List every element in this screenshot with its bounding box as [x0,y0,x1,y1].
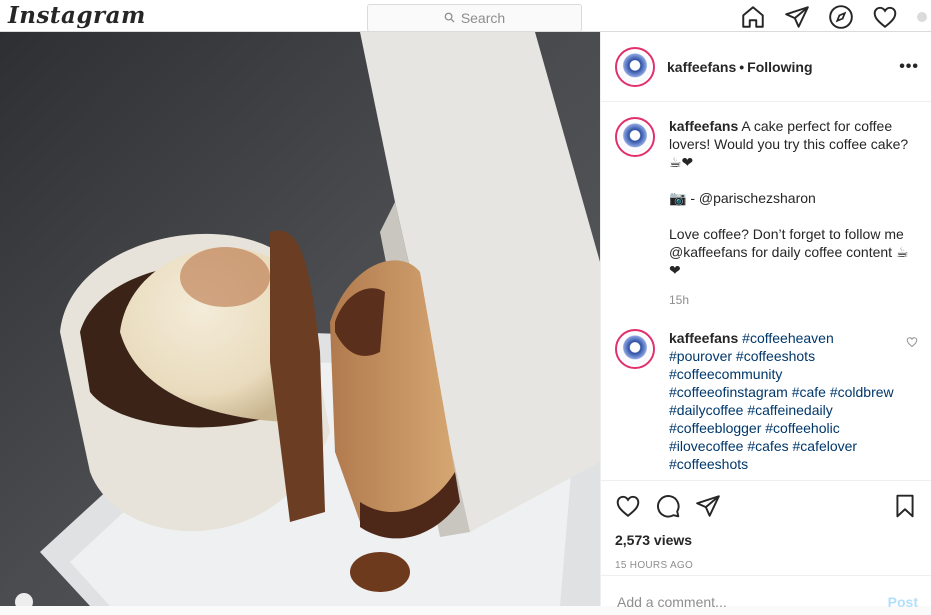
like-comment-heart-icon[interactable] [906,335,918,473]
avatar[interactable] [615,46,655,87]
comment-username[interactable]: kaffeefans [669,330,738,346]
search-box[interactable]: Search [367,4,582,32]
add-comment-bar: Add a comment... Post [601,575,931,615]
follow-status[interactable]: Following [747,59,812,75]
direct-icon[interactable] [784,4,810,35]
hashtag-comment: kaffeefans #coffeeheaven #pourover #coff… [615,329,918,473]
activity-heart-icon[interactable] [872,4,898,35]
comment-bubble-icon[interactable] [655,493,695,524]
like-heart-icon[interactable] [615,493,655,524]
post-actions: 2,573 views 15 HOURS AGO [601,480,931,571]
post-comment-button[interactable]: Post [888,594,918,615]
caption-comment: kaffeefans A cake perfect for coffee lov… [615,117,918,309]
top-nav-bar: Instagram Search [0,0,931,32]
comment-input[interactable]: Add a comment... [617,594,727,615]
explore-icon[interactable] [828,4,854,35]
avatar[interactable] [615,117,655,157]
post-author: kaffeefans • Following [667,58,813,75]
caption-text-2: Love coffee? Don’t forget to follow me @… [669,226,909,278]
caption-time[interactable]: 15h [669,291,909,309]
search-placeholder: Search [460,10,506,26]
more-options-icon[interactable]: ••• [899,58,919,76]
author-username[interactable]: kaffeefans [667,59,736,75]
caption-credit: 📷 - @parischezsharon [669,190,816,206]
avatar[interactable] [615,329,655,369]
share-icon[interactable] [695,493,735,524]
comments-list[interactable]: kaffeefans A cake perfect for coffee lov… [601,103,931,480]
search-icon [444,10,455,26]
coffee-cake-video-frame [0,32,600,606]
profile-icon[interactable] [916,4,928,35]
bookmark-icon[interactable] [892,493,918,524]
post-timestamp[interactable]: 15 HOURS AGO [615,560,918,571]
post-media[interactable] [0,32,600,606]
hashtag-list[interactable]: #coffeeheaven #pourover #coffeeshots #co… [669,330,894,472]
caption-username[interactable]: kaffeefans [669,118,738,134]
instagram-logo[interactable]: Instagram [8,2,146,29]
post-side-panel: kaffeefans • Following ••• kaffeefans A ca… [600,32,931,610]
home-icon[interactable] [740,4,766,35]
post-header: kaffeefans • Following ••• [601,32,931,102]
view-count[interactable]: 2,573 views [615,532,918,548]
